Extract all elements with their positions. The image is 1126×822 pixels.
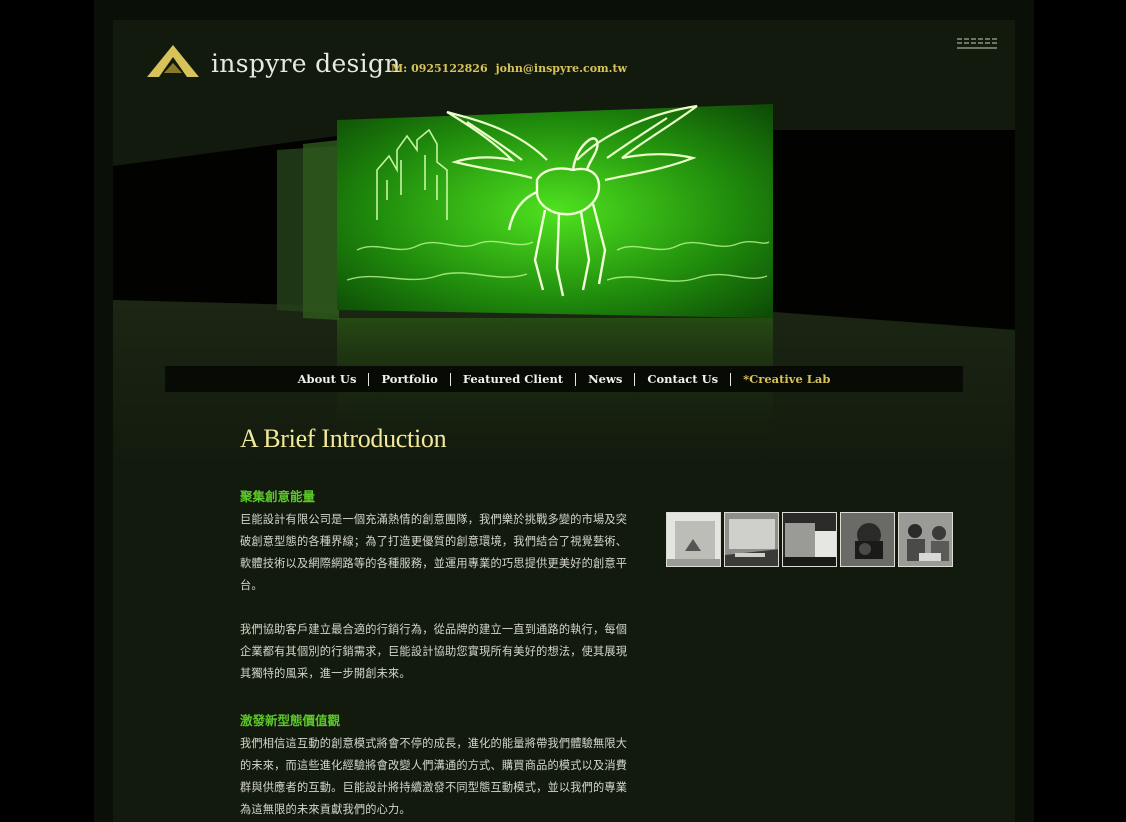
section-heading: 聚集創意能量	[240, 489, 316, 504]
main-nav: About Us Portfolio Featured Client News …	[165, 366, 963, 392]
nav-contact-us[interactable]: Contact Us	[634, 372, 730, 386]
nav-featured-client[interactable]: Featured Client	[449, 372, 575, 386]
section-paragraph: 我們相信這互動的創意模式將會不停的成長，進化的能量將帶我們體驗無限大的未來，而這…	[240, 737, 628, 816]
logo[interactable]: inspyre design	[145, 40, 401, 82]
section-paragraph: 我們協助客戶建立最合適的行銷行為，從品牌的建立一直到通路的執行，每個企業都有其個…	[240, 623, 628, 680]
email-address: john@inspyre.com.tw	[495, 62, 628, 75]
nav-creative-lab[interactable]: *Creative Lab	[730, 372, 842, 386]
nav-news[interactable]: News	[575, 372, 634, 386]
pegasus-artwork	[337, 100, 773, 318]
photo-gallery	[666, 512, 953, 567]
nav-about-us[interactable]: About Us	[286, 372, 369, 386]
section-creative-energy: 聚集創意能量 巨能設計有限公司是一個充滿熱情的創意團隊，我們樂於挑戰多變的市場及…	[240, 486, 630, 685]
gallery-thumbnail[interactable]	[782, 512, 837, 567]
page-title: A Brief Introduction	[240, 424, 447, 453]
phone-number: M: 0925122826	[391, 62, 488, 75]
logo-mark-icon	[145, 43, 201, 79]
logo-text: inspyre design	[211, 48, 401, 78]
gallery-thumbnail[interactable]	[840, 512, 895, 567]
hero-showcase	[113, 100, 1015, 470]
section-heading: 激發新型態價值觀	[240, 713, 341, 728]
gallery-thumbnail[interactable]	[724, 512, 779, 567]
nav-portfolio[interactable]: Portfolio	[368, 372, 449, 386]
main-panel: inspyre design M: 0925122826 john@inspyre…	[113, 20, 1015, 822]
gallery-thumbnail[interactable]	[666, 512, 721, 567]
gallery-thumbnail[interactable]	[898, 512, 953, 567]
section-paragraph: 巨能設計有限公司是一個充滿熱情的創意團隊，我們樂於挑戰多變的市場及突破創意型態的…	[240, 513, 628, 592]
section-new-values: 激發新型態價值觀 我們相信這互動的創意模式將會不停的成長，進化的能量將帶我們體驗…	[240, 710, 630, 821]
contact-info: M: 0925122826 john@inspyre.com.tw	[391, 62, 635, 75]
language-switch-icon[interactable]	[957, 36, 997, 50]
